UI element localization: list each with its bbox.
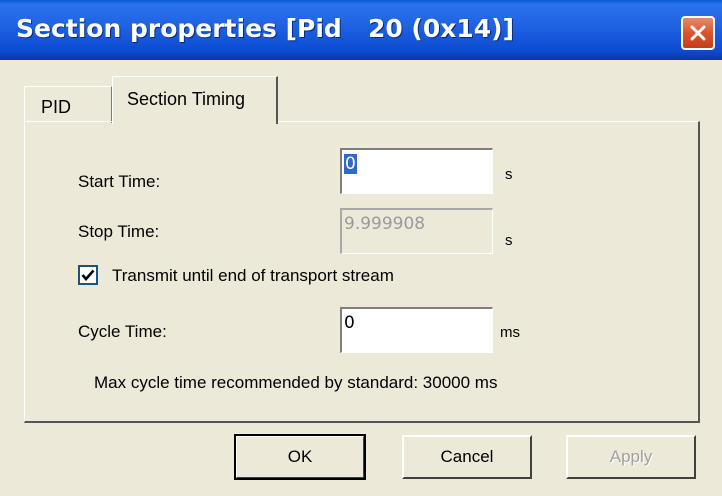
tab-section-timing-label: Section Timing: [127, 89, 246, 109]
start-time-input[interactable]: 0: [340, 148, 493, 194]
cycle-time-label: Cycle Time:: [78, 322, 167, 341]
start-time-value: 0: [344, 154, 357, 174]
cancel-button[interactable]: Cancel: [402, 435, 532, 479]
max-cycle-recommendation: Max cycle time recommended by standard: …: [94, 373, 498, 392]
stop-time-value: 9.999908: [344, 214, 426, 234]
ok-button-label: OK: [287, 447, 313, 466]
window-title: Section properties [Pid 20 (0x14)]: [16, 14, 515, 43]
start-time-unit: s: [505, 166, 513, 183]
cycle-time-value: 0: [344, 313, 355, 333]
tab-section-timing[interactable]: Section Timing: [112, 76, 278, 124]
checkmark-icon: [81, 269, 95, 281]
tab-pid-label: PID: [41, 97, 72, 117]
title-bar[interactable]: Section properties [Pid 20 (0x14)]: [0, 0, 722, 60]
apply-button: Apply: [566, 435, 696, 479]
start-time-label: Start Time:: [78, 172, 161, 191]
transmit-until-end-label[interactable]: Transmit until end of transport stream: [112, 266, 394, 286]
apply-button-label: Apply: [609, 447, 653, 466]
close-icon: [690, 25, 706, 41]
cycle-time-input[interactable]: 0: [340, 307, 493, 353]
transmit-until-end-checkbox[interactable]: [78, 265, 98, 285]
cycle-time-unit: ms: [500, 324, 520, 341]
stop-time-unit: s: [505, 232, 513, 249]
stop-time-input: 9.999908: [340, 208, 493, 254]
tab-pid[interactable]: PID: [24, 86, 112, 123]
close-button[interactable]: [681, 16, 715, 50]
cancel-button-label: Cancel: [440, 447, 494, 466]
stop-time-label: Stop Time:: [78, 222, 160, 241]
ok-button[interactable]: OK: [234, 434, 366, 480]
